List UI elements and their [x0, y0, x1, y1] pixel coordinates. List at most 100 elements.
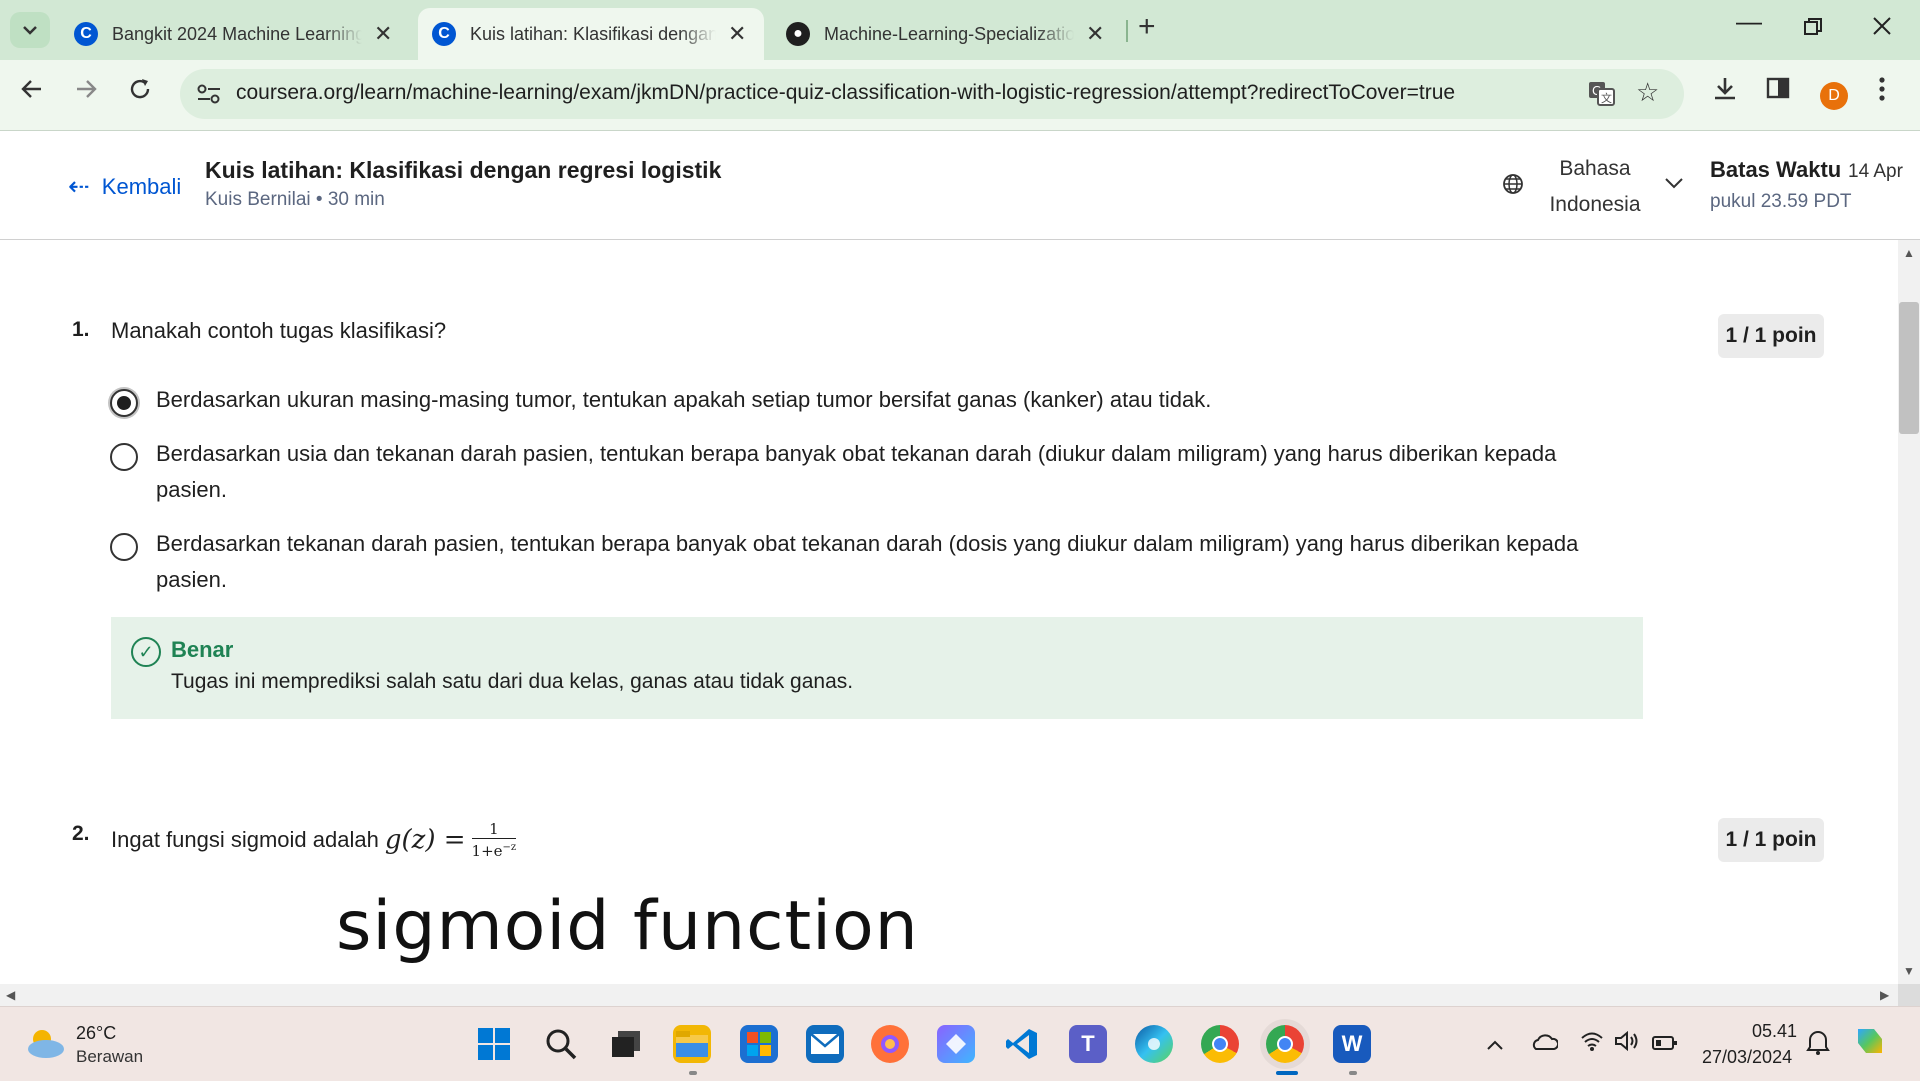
deadline-time: pukul 23.59 PDT [1710, 191, 1852, 212]
radio-selected[interactable] [110, 389, 138, 417]
chevron-down-icon [23, 26, 37, 35]
reload-button[interactable] [128, 76, 152, 108]
wifi-icon[interactable] [1580, 1031, 1604, 1057]
answer-option[interactable]: Berdasarkan usia dan tekanan darah pasie… [110, 441, 1590, 508]
formula-den-base: 1+e [471, 842, 503, 860]
arrow-left-icon [21, 80, 41, 98]
restore-icon [1804, 18, 1822, 35]
formula-numerator: 1 [471, 820, 517, 839]
formula-lhs: g(z) = [384, 825, 466, 855]
close-icon[interactable]: ✕ [1086, 21, 1104, 47]
weather-temperature[interactable]: 26°C [76, 1023, 116, 1044]
points-badge: 1 / 1 poin [1718, 314, 1824, 358]
side-panel-button[interactable] [1766, 76, 1790, 107]
browser-tab-kuis[interactable]: C Kuis latihan: Klasifikasi dengan regre… [418, 8, 764, 60]
site-settings-icon[interactable] [196, 82, 222, 106]
more-vert-icon [1879, 77, 1885, 101]
tab-separator [1126, 20, 1128, 42]
close-window-button[interactable] [1872, 12, 1892, 43]
task-view-icon[interactable] [607, 1025, 645, 1063]
clock-date[interactable]: 27/03/2024 [1702, 1047, 1792, 1068]
forward-button[interactable] [74, 76, 98, 108]
deadline-label: Batas Waktu [1710, 157, 1842, 182]
tab-search-button[interactable] [10, 12, 50, 48]
weather-cloudy-icon[interactable] [24, 1025, 66, 1061]
radio-unselected[interactable] [110, 443, 138, 471]
copilot-icon[interactable] [1852, 1023, 1888, 1065]
close-icon[interactable]: ✕ [374, 21, 392, 47]
clock-time[interactable]: 05.41 [1752, 1021, 1797, 1042]
back-label: Kembali [101, 173, 180, 199]
browser-menu-button[interactable] [1878, 76, 1886, 109]
question-number: 2. [72, 822, 90, 845]
url-text[interactable]: coursera.org/learn/machine-learning/exam… [236, 81, 1455, 105]
browser-tab-bangkit[interactable]: C Bangkit 2024 Machine Learning ✕ [60, 8, 410, 60]
tab-title: Kuis latihan: Klasifikasi dengan regresi… [470, 23, 716, 44]
firefox-icon[interactable] [871, 1025, 909, 1063]
profile-avatar[interactable]: D [1820, 82, 1848, 110]
teams-icon[interactable]: T [1069, 1025, 1107, 1063]
download-button[interactable] [1712, 76, 1738, 109]
file-explorer-icon[interactable] [673, 1025, 711, 1063]
quiz-subtitle: Kuis Bernilai • 30 min [205, 189, 385, 210]
ms-store-icon[interactable] [740, 1025, 778, 1063]
browser-tab-github[interactable]: ● Machine-Learning-Specialization ✕ [772, 8, 1120, 60]
word-icon[interactable]: W [1333, 1025, 1371, 1063]
check-circle-icon: ✓ [131, 637, 161, 667]
tab-title: Machine-Learning-Specialization [824, 23, 1074, 44]
new-tab-button[interactable]: + [1138, 10, 1156, 44]
formula-exponent: −z [502, 842, 517, 853]
svg-text:文: 文 [1601, 91, 1612, 105]
scroll-up-arrow[interactable]: ▲ [1903, 246, 1915, 260]
github-icon: ● [786, 22, 810, 46]
scroll-left-arrow[interactable]: ◀ [6, 988, 15, 1002]
arrow-left-icon: ⇠ [68, 171, 90, 201]
battery-icon[interactable] [1652, 1031, 1678, 1057]
windows-start-icon[interactable] [475, 1025, 513, 1063]
power-automate-icon[interactable] [937, 1025, 975, 1063]
page-title: Kuis latihan: Klasifikasi dengan regresi… [205, 157, 722, 183]
chrome-active-icon[interactable] [1266, 1025, 1304, 1063]
answer-option[interactable]: Berdasarkan ukuran masing-masing tumor, … [110, 387, 1610, 418]
vertical-scroll-thumb[interactable] [1899, 302, 1919, 434]
language-selector[interactable]: Bahasa Indonesia [1540, 151, 1650, 223]
vscode-icon[interactable] [1003, 1025, 1041, 1063]
volume-icon[interactable] [1614, 1030, 1640, 1057]
running-indicator [1349, 1071, 1357, 1075]
chrome-profile-icon[interactable] [1201, 1025, 1239, 1063]
answer-option[interactable]: Berdasarkan tekanan darah pasien, tentuk… [110, 531, 1610, 598]
browser-toolbar: coursera.org/learn/machine-learning/exam… [0, 60, 1920, 131]
search-icon[interactable] [542, 1025, 580, 1063]
bookmark-star-icon[interactable]: ☆ [1636, 77, 1659, 108]
windows-taskbar: 26°C Berawan T W 05.41 27/03/2024 [0, 1006, 1920, 1081]
active-app-indicator [1276, 1071, 1298, 1075]
side-panel-icon [1766, 77, 1790, 99]
feedback-status: Benar [171, 637, 234, 662]
sigmoid-image-caption: sigmoid function [336, 887, 919, 966]
running-indicator [689, 1071, 697, 1075]
chevron-up-icon[interactable] [1486, 1031, 1504, 1057]
translate-icon[interactable]: G文 [1588, 81, 1616, 114]
scroll-down-arrow[interactable]: ▼ [1903, 964, 1915, 978]
restore-button[interactable] [1804, 12, 1822, 43]
option-text: Berdasarkan tekanan darah pasien, tentuk… [156, 531, 1579, 592]
horizontal-scrollbar[interactable] [0, 984, 1898, 1006]
scroll-right-arrow[interactable]: ▶ [1880, 988, 1889, 1002]
weather-description[interactable]: Berawan [76, 1047, 143, 1067]
address-bar[interactable]: coursera.org/learn/machine-learning/exam… [180, 69, 1684, 119]
back-link[interactable]: ⇠ Kembali [68, 171, 180, 202]
back-button[interactable] [20, 76, 44, 108]
deadline-date: 14 Apr [1848, 161, 1903, 182]
question-text: Ingat fungsi sigmoid adalah g(z) = 1 1+e… [111, 820, 517, 860]
notification-icon[interactable] [1806, 1029, 1830, 1061]
radio-unselected[interactable] [110, 533, 138, 561]
chevron-down-icon[interactable] [1664, 169, 1684, 195]
option-text: Berdasarkan usia dan tekanan darah pasie… [156, 441, 1557, 502]
quiz-header: ⇠ Kembali Kuis latihan: Klasifikasi deng… [0, 131, 1920, 240]
edge-icon[interactable] [1135, 1025, 1173, 1063]
minimize-button[interactable]: — [1736, 6, 1762, 37]
mail-icon[interactable] [806, 1025, 844, 1063]
scrollbar-corner [1898, 984, 1920, 1006]
onedrive-cloud-icon[interactable] [1530, 1031, 1560, 1057]
close-icon[interactable]: ✕ [728, 21, 746, 47]
